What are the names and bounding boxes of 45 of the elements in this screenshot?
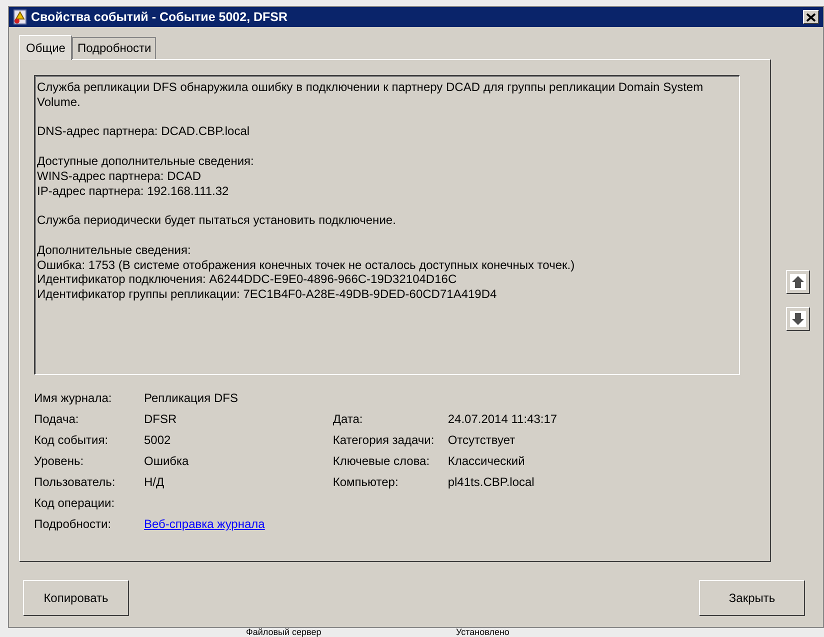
field-label: Категория задачи: [332, 433, 436, 448]
message-line: Служба репликации DFS обнаружила ошибку в подключении к партнеру DCAD для группы репликации Domain System Volume. [37, 80, 704, 110]
message-line: Идентификатор группы репликации: 7EC1B4F0-A28E-49DB-9DED-60CD71A419D4 [37, 287, 498, 302]
up-arrow-icon [790, 274, 806, 290]
field-value: DFSR [144, 412, 178, 427]
field-label: Пользователь: [34, 475, 116, 490]
field-value: Отсутствует [448, 433, 516, 448]
field-value: Ошибка [144, 454, 190, 469]
close-icon [806, 12, 816, 22]
field-label: Имя журнала: [34, 391, 113, 406]
field-value: Репликация DFS [144, 391, 239, 406]
field-label: Компьютер: [332, 475, 400, 490]
field-label: Уровень: [34, 454, 85, 469]
message-line: Доступные дополнительные сведения: [37, 154, 255, 169]
close-button[interactable] [803, 10, 819, 24]
help-link[interactable]: Веб-справка журнала [144, 517, 265, 532]
list-cell-text: Файловый сервер [246, 627, 322, 637]
event-log-icon [13, 9, 27, 25]
message-line: Дополнительные сведения: [37, 242, 192, 258]
field-label: Дата: [332, 412, 364, 427]
previous-event-button[interactable] [786, 270, 810, 294]
tab[interactable]: Подробности [72, 37, 156, 59]
field-label: Подача: [34, 412, 80, 427]
message-line: Ошибка: 1753 (В системе отображения конечных точек не осталось доступных конечных точек.) [37, 258, 576, 272]
message-line: WINS-адрес партнера: DCAD [37, 168, 202, 184]
message-line: DNS-адрес партнера: DCAD.CBP.local [37, 124, 251, 140]
message-line: Служба периодически будет пытаться установить подключение. [37, 213, 397, 228]
field-value: 5002 [144, 433, 172, 448]
field-value: Классический [448, 454, 526, 469]
next-event-button[interactable] [786, 307, 810, 331]
field-label: Код операции: [34, 496, 116, 511]
window-title: Свойства событий - Событие 5002, DFSR [31, 8, 288, 26]
field-label: Код события: [34, 433, 110, 448]
message-line: Идентификатор подключения: A6244DDC-E9E0-4896-966C-19D32104D16C [37, 272, 458, 288]
list-cell: Установлено [456, 627, 510, 637]
down-arrow-icon [790, 311, 806, 327]
tab[interactable]: Общие [19, 35, 72, 60]
field-value: Н/Д [144, 475, 166, 490]
field-label: Подробности: [34, 517, 112, 532]
field-label: Ключевые слова: [332, 454, 431, 469]
close-button[interactable]: Закрыть [699, 580, 805, 616]
message-line: IP-адрес партнера: 192.168.111.32 [37, 184, 230, 198]
field-value: 24.07.2014 11:43:17 [448, 412, 558, 427]
copy-button[interactable]: Копировать [23, 580, 129, 616]
field-value: pl41ts.CBP.local [448, 475, 536, 490]
